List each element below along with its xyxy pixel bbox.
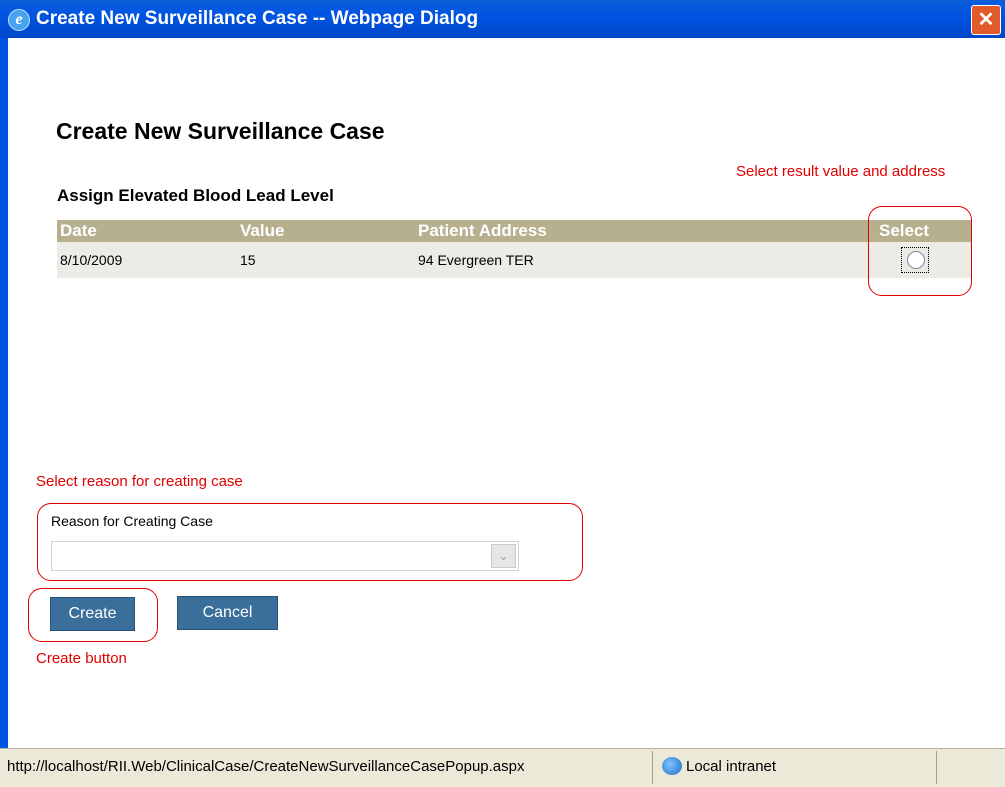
cell-value: 15 xyxy=(240,252,256,268)
window-frame-left xyxy=(0,38,8,748)
annotation-select-reason: Select reason for creating case xyxy=(36,473,243,490)
security-zone: Local intranet xyxy=(686,758,777,775)
annotation-create-button: Create button xyxy=(36,650,127,667)
cancel-button[interactable]: Cancel xyxy=(177,596,278,630)
status-bar: http://localhost/RII.Web/ClinicalCase/Cr… xyxy=(0,748,1005,787)
results-table: Date Value Patient Address Select 8/10/2… xyxy=(57,220,971,278)
window-titlebar: e Create New Surveillance Case -- Webpag… xyxy=(0,0,1005,38)
annotation-select-result: Select result value and address xyxy=(736,163,946,180)
cell-patient-address: 94 Evergreen TER xyxy=(418,252,534,268)
column-header-patient-address: Patient Address xyxy=(418,221,547,240)
table-row: 8/10/2009 15 94 Evergreen TER xyxy=(57,242,971,278)
status-divider xyxy=(652,751,653,784)
create-button[interactable]: Create xyxy=(50,597,135,631)
window-title: Create New Surveillance Case -- Webpage … xyxy=(36,8,479,29)
page-title: Create New Surveillance Case xyxy=(56,118,385,144)
column-header-date: Date xyxy=(60,221,97,240)
reason-dropdown[interactable]: ⌄ xyxy=(51,541,519,571)
table-header: Date Value Patient Address Select xyxy=(57,220,971,242)
status-divider xyxy=(936,751,937,784)
cell-date: 8/10/2009 xyxy=(60,252,123,268)
internet-explorer-icon: e xyxy=(8,9,30,31)
column-header-value: Value xyxy=(240,221,285,240)
highlight-select-column xyxy=(868,206,972,296)
close-button[interactable]: ✕ xyxy=(971,5,1001,35)
section-heading: Assign Elevated Blood Lead Level xyxy=(57,186,334,205)
status-url: http://localhost/RII.Web/ClinicalCase/Cr… xyxy=(7,758,525,775)
reason-label: Reason for Creating Case xyxy=(51,513,213,529)
chevron-down-icon[interactable]: ⌄ xyxy=(491,544,516,568)
local-intranet-icon xyxy=(662,757,682,775)
